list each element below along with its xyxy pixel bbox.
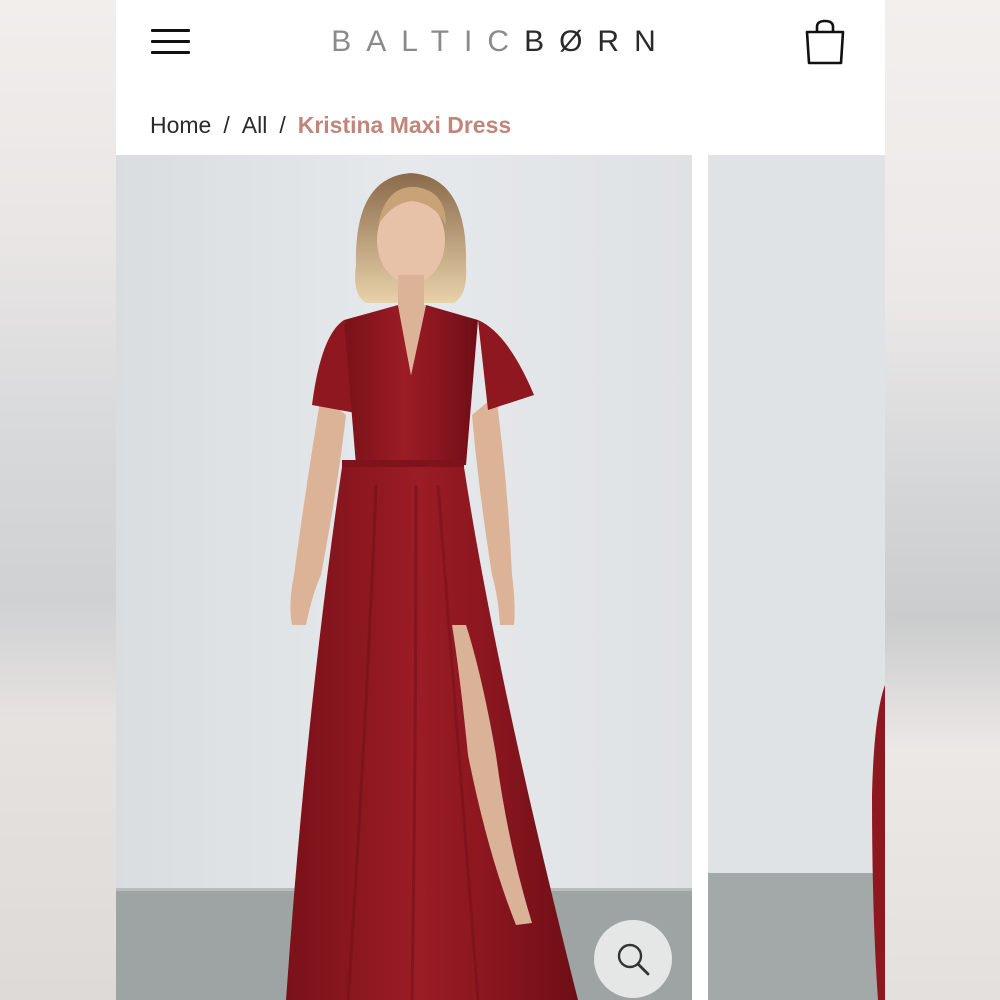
logo-text-born: BØRN <box>524 25 671 58</box>
breadcrumb-home[interactable]: Home <box>150 112 211 139</box>
menu-button[interactable] <box>150 26 192 58</box>
breadcrumb-separator: / <box>223 111 230 138</box>
product-image-main[interactable] <box>116 155 692 1000</box>
zoom-button[interactable] <box>594 920 672 998</box>
blurred-backdrop-left <box>0 0 116 1000</box>
logo-text-baltic: BALTIC <box>331 25 525 58</box>
breadcrumb-current: Kristina Maxi Dress <box>297 111 512 138</box>
breadcrumb-all[interactable]: All <box>242 112 268 139</box>
shopping-bag-icon <box>805 19 845 65</box>
site-header: BALTIC BØRN <box>116 0 885 86</box>
product-photo-partial <box>708 155 885 1000</box>
breadcrumb: Home / All / Kristina Maxi Dress <box>150 108 511 142</box>
brand-logo[interactable]: BALTIC BØRN <box>286 22 716 62</box>
magnifier-icon <box>617 943 650 976</box>
product-image-next[interactable] <box>708 155 885 1000</box>
cart-button[interactable] <box>802 18 848 66</box>
product-photo <box>116 155 692 1000</box>
mobile-page: BALTIC BØRN Home / All / Kristina Maxi D… <box>116 0 885 1000</box>
product-gallery[interactable] <box>116 155 885 1000</box>
breadcrumb-separator: / <box>279 111 286 138</box>
blurred-backdrop-right <box>884 0 1000 1000</box>
